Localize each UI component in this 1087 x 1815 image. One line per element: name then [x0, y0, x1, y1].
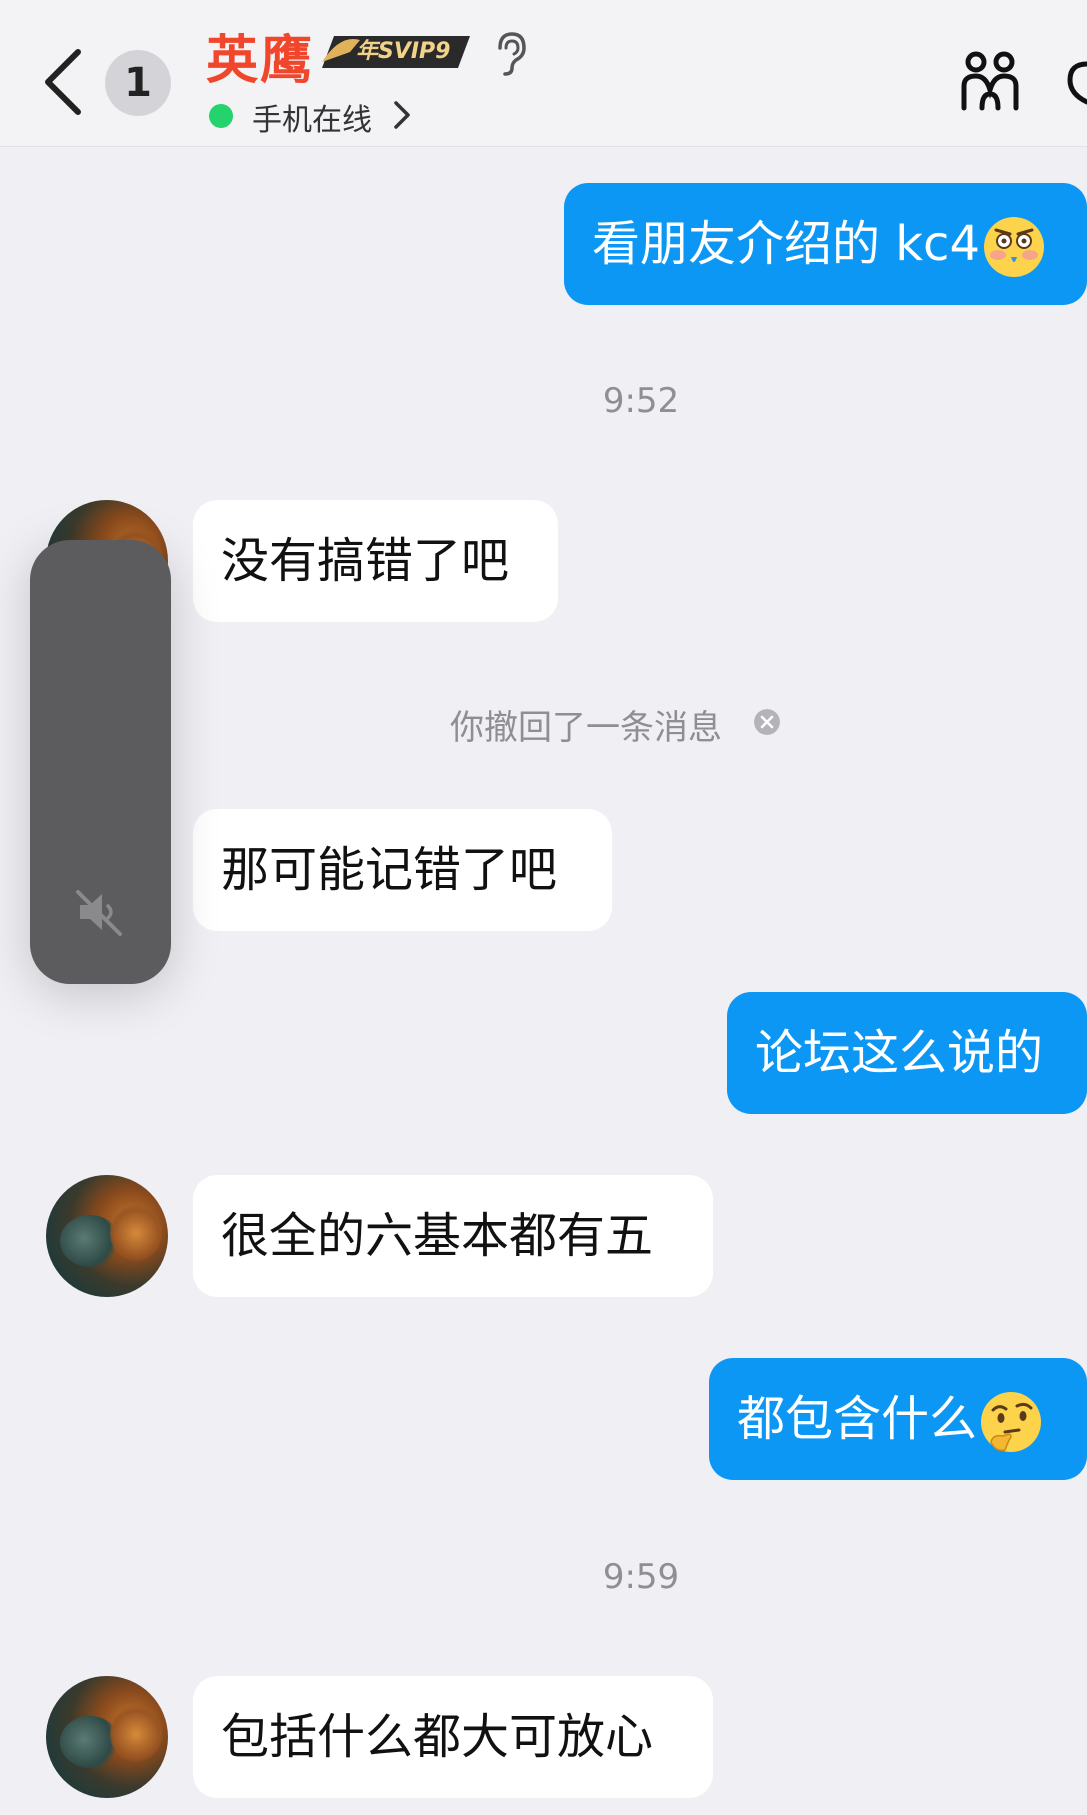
close-icon[interactable] — [754, 709, 780, 735]
contact-avatar[interactable] — [46, 1676, 168, 1798]
recall-notice: 你撤回了一条消息 — [450, 708, 722, 748]
mute-volume-slider[interactable] — [30, 540, 171, 984]
back-icon[interactable] — [40, 46, 84, 118]
flushed-face-emoji — [984, 217, 1044, 277]
more-options-icon[interactable] — [1066, 56, 1087, 106]
thinking-face-emoji — [981, 1392, 1042, 1452]
message-text: 包括什么都大可放心 — [221, 1709, 654, 1765]
message-text: 没有搞错了吧 — [221, 533, 510, 589]
timestamp: 9:52 — [602, 381, 680, 421]
message-text: 论坛这么说的 — [755, 1025, 1044, 1081]
incoming-message[interactable]: 没有搞错了吧 — [193, 500, 558, 622]
unread-count-badge[interactable]: 1 — [105, 50, 171, 116]
outgoing-message[interactable]: 看朋友介绍的 kc4 — [564, 183, 1087, 305]
ear-icon[interactable] — [494, 30, 528, 76]
vip-badge[interactable]: 年SVIP9 — [320, 32, 472, 72]
message-text: 看朋友介绍的 kc4 — [592, 216, 980, 272]
chevron-right-icon[interactable] — [392, 99, 412, 131]
outgoing-message[interactable]: 都包含什么 — [709, 1358, 1087, 1480]
vip-badge-label: 年SVIP9 — [356, 39, 451, 64]
outgoing-message[interactable]: 论坛这么说的 — [727, 992, 1087, 1114]
contact-name[interactable]: 英鹰 — [206, 18, 314, 93]
incoming-message[interactable]: 很全的六基本都有五 — [193, 1175, 713, 1297]
group-icon[interactable] — [960, 50, 1020, 114]
avatar-image-detail — [110, 1706, 162, 1762]
incoming-message[interactable]: 那可能记错了吧 — [193, 809, 612, 931]
timestamp: 9:59 — [602, 1557, 680, 1597]
chat-header: 1 英鹰 年SVIP9 手机在线 — [0, 0, 1087, 147]
incoming-message[interactable]: 包括什么都大可放心 — [193, 1676, 713, 1798]
online-status-dot — [209, 104, 233, 128]
message-text: 那可能记错了吧 — [221, 842, 558, 898]
online-status-label[interactable]: 手机在线 — [252, 95, 372, 139]
avatar-image-detail — [110, 1205, 162, 1261]
message-text: 很全的六基本都有五 — [221, 1208, 654, 1264]
message-text: 都包含什么 — [737, 1391, 978, 1447]
contact-avatar[interactable] — [46, 1175, 168, 1297]
speaker-muted-icon — [76, 890, 122, 936]
